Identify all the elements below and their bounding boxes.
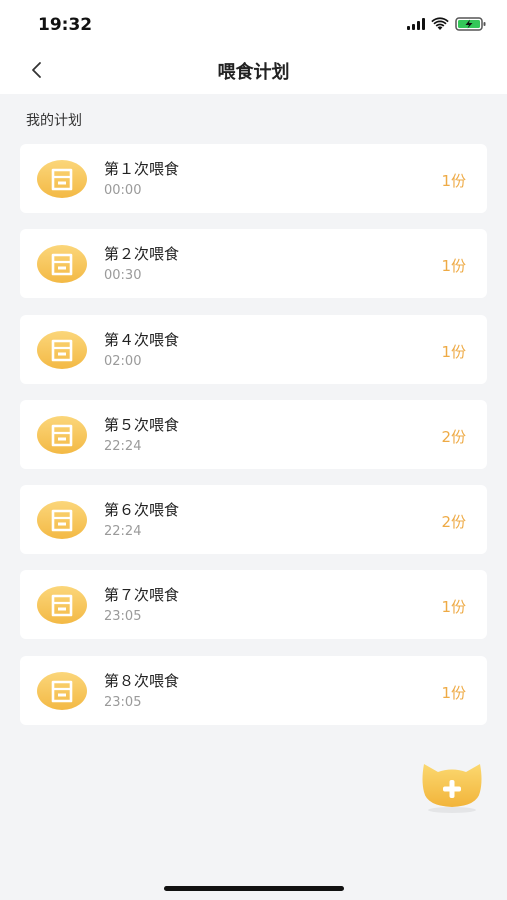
plan-portion: 1份 bbox=[441, 683, 466, 702]
plan-name: 第４次喂食 bbox=[104, 330, 180, 349]
home-indicator bbox=[164, 886, 344, 891]
food-bowl-icon bbox=[37, 160, 87, 198]
plan-item[interactable]: 第５次喂食 22:24 2份 bbox=[20, 399, 487, 469]
plan-portion: 1份 bbox=[441, 342, 466, 361]
plan-item[interactable]: 第８次喂食 23:05 1份 bbox=[20, 655, 487, 725]
plan-time: 23:05 bbox=[104, 609, 142, 625]
food-bowl-icon bbox=[37, 415, 87, 454]
plan-time: 00:00 bbox=[104, 183, 142, 198]
status-time: 19:32 bbox=[38, 15, 93, 35]
plan-name: 第１次喂食 bbox=[104, 160, 180, 178]
status-icons bbox=[407, 16, 487, 32]
cat-add-icon bbox=[422, 764, 482, 813]
food-bowl-icon bbox=[37, 501, 87, 540]
plan-time: 22:24 bbox=[104, 524, 142, 540]
plan-time: 23:05 bbox=[104, 694, 142, 710]
plan-portion: 2份 bbox=[441, 427, 466, 446]
plan-item[interactable]: 第６次喂食 22:24 2份 bbox=[20, 485, 487, 555]
plan-portion: 1份 bbox=[441, 257, 466, 276]
plan-time: 00:30 bbox=[104, 268, 142, 284]
signal-icon bbox=[407, 18, 425, 30]
plan-name: 第６次喂食 bbox=[104, 501, 180, 520]
page-title: 喂食计划 bbox=[217, 62, 290, 83]
wifi-icon bbox=[431, 17, 449, 30]
plan-item[interactable]: 第１次喂食 00:00 1份 bbox=[20, 144, 487, 213]
plan-portion: 1份 bbox=[441, 172, 466, 190]
plan-list: 第１次喂食 00:00 1份 第２次喂食 00:30 1份 第４次喂食 02:0… bbox=[20, 144, 487, 741]
plan-name: 第８次喂食 bbox=[104, 671, 180, 690]
food-bowl-icon bbox=[37, 586, 87, 625]
food-bowl-icon bbox=[37, 330, 87, 369]
plan-name: 第２次喂食 bbox=[104, 245, 180, 264]
plan-name: 第７次喂食 bbox=[104, 586, 180, 605]
plan-portion: 1份 bbox=[441, 598, 466, 617]
plan-item[interactable]: 第４次喂食 02:00 1份 bbox=[20, 314, 487, 384]
plan-time: 22:24 bbox=[104, 438, 142, 454]
food-bowl-icon bbox=[37, 671, 87, 710]
add-plan-button[interactable] bbox=[419, 758, 485, 814]
plan-name: 第５次喂食 bbox=[104, 415, 180, 434]
battery-charging-icon bbox=[455, 17, 486, 31]
plan-item[interactable]: 第２次喂食 00:30 1份 bbox=[20, 229, 487, 299]
plan-item[interactable]: 第７次喂食 23:05 1份 bbox=[20, 570, 487, 640]
food-bowl-icon bbox=[37, 245, 87, 284]
plan-portion: 2份 bbox=[441, 513, 466, 532]
section-title: 我的计划 bbox=[26, 113, 82, 129]
nav-bar: 喂食计划 bbox=[0, 48, 507, 94]
status-bar: 19:32 bbox=[0, 0, 507, 48]
plan-time: 02:00 bbox=[104, 353, 142, 369]
